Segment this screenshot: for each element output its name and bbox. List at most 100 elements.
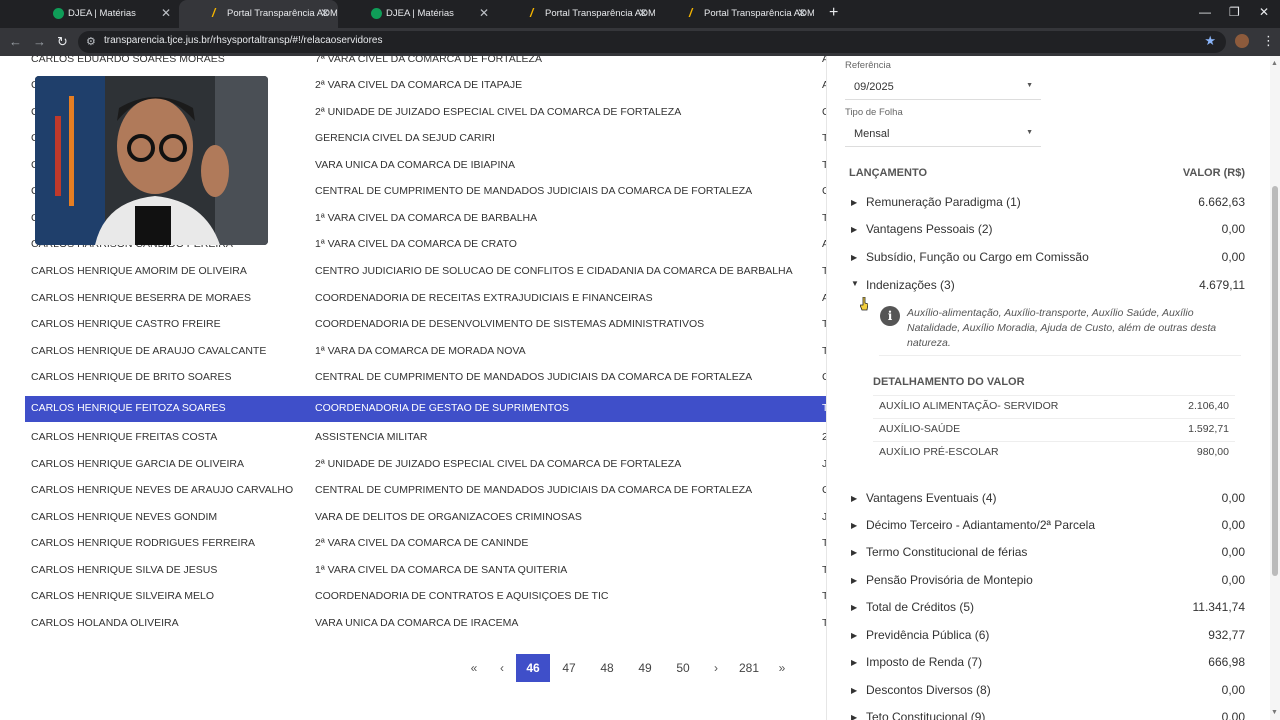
table-row[interactable]: CARLOS HENRIQUE RODRIGUES FERREIRA 2ª VAR… [25,535,826,561]
servidor-org: VARA UNICA DA COMARCA DE IRACEMA [315,617,519,629]
lancamento-row[interactable]: ▶ Vantagens Eventuais (4) 0,00 [849,489,1245,515]
table-row[interactable]: CARLOS HENRIQUE CASTRO FREIRE COORDENADOR… [25,316,826,342]
table-row[interactable]: CARLOS EDUARDO SOARES MORAES 7ª VARA CIVE… [25,56,826,77]
panel-scrollbar[interactable]: ▲ ▼ [1270,56,1280,720]
caret-right-icon: ▶ [851,548,858,557]
info-text: Auxílio-alimentação, Auxílio-transporte,… [907,307,1217,349]
chevron-down-icon: ▼ [1026,129,1033,136]
caret-right-icon: ▶ [851,686,858,695]
caret-right-icon: ▶ [851,225,858,234]
lancamento-row[interactable]: ▶ Total de Créditos (5) 11.341,74 [849,598,1245,624]
menu-kebab-icon[interactable]: ⋮ [1262,33,1275,49]
detail-panel: Referência 09/2025 ▼ Tipo de Folha Mensa… [826,56,1270,720]
close-icon[interactable]: ✕ [479,6,489,20]
profile-avatar[interactable] [1235,34,1249,48]
green-circle-icon [371,8,382,19]
lancamento-label: Vantagens Eventuais (4) [866,491,997,505]
servidor-name: CARLOS HENRIQUE DE BRITO SOARES [31,371,232,383]
page-button[interactable]: 50 [664,654,702,682]
site-info-icon[interactable]: ⚙ [86,35,96,48]
lancamento-value: 0,00 [1221,710,1245,720]
servidor-org: 1ª VARA CIVEL DA COMARCA DE CRATO [315,238,517,250]
close-icon[interactable]: ✕ [638,6,648,20]
servidor-org: 1ª VARA CIVEL DA COMARCA DE BARBALHA [315,212,538,224]
servidor-name: CARLOS HENRIQUE SILVEIRA MELO [31,590,215,602]
reload-icon[interactable]: ↻ [57,34,68,50]
scrollbar-thumb[interactable] [1272,186,1278,576]
close-icon[interactable]: ✕ [797,6,807,20]
lancamento-row[interactable]: ▶ Previdência Pública (6) 932,77 [849,626,1245,652]
table-row[interactable]: CARLOS HENRIQUE SILVA DE JESUS 1ª VARA CI… [25,562,826,588]
next-page-button[interactable]: › [702,654,730,682]
lancamento-label: Total de Créditos (5) [866,600,975,614]
scroll-down-icon[interactable]: ▼ [1271,709,1278,716]
caret-right-icon: ▶ [851,521,858,530]
browser-tab[interactable]: / Portal Transparência ADMRH ✕ [656,0,815,28]
detail-value: 980,00 [1196,446,1229,458]
minimize-icon[interactable]: — [1199,5,1211,19]
browser-tab-active[interactable]: / Portal Transparência ADMRH ✕ [179,0,338,28]
lancamento-row[interactable]: ▶ Descontos Diversos (8) 0,00 [849,681,1245,707]
servidor-org: 2ª UNIDADE DE JUIZADO ESPECIAL CIVEL DA … [315,458,682,470]
lancamento-row[interactable]: ▶ Pensão Provisória de Montepio 0,00 [849,571,1245,597]
servidor-name: CARLOS HOLANDA OLIVEIRA [31,617,179,629]
servidor-name: CARLOS HENRIQUE SILVA DE JESUS [31,564,218,576]
lancamento-row[interactable]: ▶ Subsídio, Função ou Cargo em Comissão … [849,248,1245,274]
last-page-button[interactable]: » [768,654,796,682]
page-button-current[interactable]: 46 [516,654,550,682]
table-row-selected[interactable]: CARLOS HENRIQUE FEITOZA SOARES COORDENADO… [25,396,826,422]
close-icon[interactable]: ✕ [320,6,330,20]
lancamento-row[interactable]: ▶ Vantagens Pessoais (2) 0,00 [849,220,1245,246]
browser-tab[interactable]: DJEA | Matérias ✕ [338,0,497,28]
servidor-name: CARLOS HENRIQUE AMORIM DE OLIVEIRA [31,265,247,277]
restore-icon[interactable]: ❐ [1229,5,1240,19]
lancamento-value: 6.662,63 [1198,195,1245,209]
table-row[interactable]: CARLOS HENRIQUE BESERRA DE MORAES COORDEN… [25,290,826,316]
caret-right-icon: ▶ [851,494,858,503]
mouse-cursor-icon [860,297,868,311]
browser-tab[interactable]: DJEA | Matérias ✕ [20,0,179,28]
lancamento-row[interactable]: ▶ Remuneração Paradigma (1) 6.662,63 [849,193,1245,219]
url-field[interactable]: ⚙ transparencia.tjce.jus.br/rhsysportalt… [78,31,1226,53]
referencia-label: Referência [845,60,891,71]
caret-right-icon: ▶ [851,198,858,207]
url-text[interactable]: transparencia.tjce.jus.br/rhsysportaltra… [104,35,382,46]
lancamento-row[interactable]: ▶ Termo Constitucional de férias 0,00 [849,543,1245,569]
table-row[interactable]: CARLOS HENRIQUE GARCIA DE OLIVEIRA 2ª UNI… [25,456,826,482]
bookmark-star-icon[interactable]: ★ [1204,33,1216,49]
forward-icon[interactable]: → [33,34,46,49]
last-page-number-button[interactable]: 281 [730,654,768,682]
webcam-overlay [35,76,268,245]
caret-right-icon: ▶ [851,576,858,585]
prev-page-button[interactable]: ‹ [488,654,516,682]
lancamento-row[interactable]: ▶ Teto Constitucional (9) 0,00 [849,708,1245,720]
back-icon[interactable]: ← [9,34,22,49]
page-button[interactable]: 49 [626,654,664,682]
lancamento-row[interactable]: ▶ Décimo Terceiro - Adiantamento/2ª Parc… [849,516,1245,542]
servidor-org: CENTRAL DE CUMPRIMENTO DE MANDADOS JUDIC… [315,371,753,383]
close-icon[interactable]: ✕ [161,6,171,20]
servidor-org: 1ª VARA DA COMARCA DE MORADA NOVA [315,345,526,357]
table-row[interactable]: CARLOS HENRIQUE FREITAS COSTA ASSISTENCIA… [25,429,826,455]
table-row[interactable]: CARLOS HENRIQUE SILVEIRA MELO COORDENADOR… [25,588,826,614]
detail-row: AUXÍLIO PRÉ-ESCOLAR 980,00 [873,441,1235,463]
referencia-select[interactable]: 09/2025 ▼ [845,76,1041,100]
lancamento-value: 11.341,74 [1192,600,1246,614]
page-button[interactable]: 47 [550,654,588,682]
table-row[interactable]: CARLOS HENRIQUE DE BRITO SOARES CENTRAL D… [25,369,826,395]
table-row[interactable]: CARLOS HENRIQUE DE ARAUJO CAVALCANTE 1ª V… [25,343,826,369]
info-box: i Auxílio-alimentação, Auxílio-transport… [879,298,1241,356]
table-row[interactable]: CARLOS HENRIQUE NEVES DE ARAUJO CARVALHO… [25,482,826,508]
scroll-up-icon[interactable]: ▲ [1271,60,1278,67]
close-window-icon[interactable]: ✕ [1259,5,1269,19]
first-page-button[interactable]: « [460,654,488,682]
table-row[interactable]: CARLOS HOLANDA OLIVEIRA VARA UNICA DA COM… [25,615,826,641]
page-button[interactable]: 48 [588,654,626,682]
browser-tab[interactable]: / Portal Transparência ADMRH ✕ [497,0,656,28]
servidor-org: CENTRAL DE CUMPRIMENTO DE MANDADOS JUDIC… [315,484,753,496]
lancamento-row[interactable]: ▶ Imposto de Renda (7) 666,98 [849,653,1245,679]
tipo-folha-select[interactable]: Mensal ▼ [845,123,1041,147]
table-row[interactable]: CARLOS HENRIQUE NEVES GONDIM VARA DE DELI… [25,509,826,535]
new-tab-icon[interactable]: + [829,0,838,28]
table-row[interactable]: CARLOS HENRIQUE AMORIM DE OLIVEIRA CENTRO… [25,263,826,289]
